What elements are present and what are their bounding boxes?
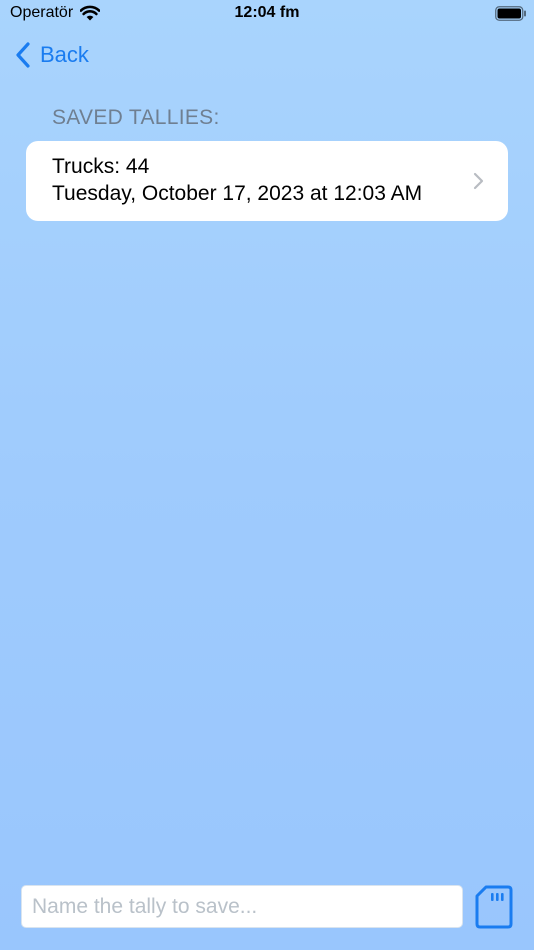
tally-list-item[interactable]: Trucks: 44 Tuesday, October 17, 2023 at …	[26, 141, 508, 221]
chevron-right-icon	[473, 172, 484, 190]
battery-icon	[495, 6, 526, 21]
status-bar: Operatör 12:04 fm	[0, 0, 534, 30]
tally-name-input[interactable]	[21, 885, 463, 928]
saved-tallies-header: SAVED TALLIES:	[52, 106, 220, 129]
back-label: Back	[40, 42, 89, 67]
chevron-left-icon	[16, 42, 30, 68]
back-button[interactable]: Back	[14, 40, 89, 70]
sd-card-icon[interactable]	[474, 884, 514, 930]
status-time: 12:04 fm	[234, 4, 300, 21]
tally-date: Tuesday, October 17, 2023 at 12:03 AM	[52, 182, 423, 205]
tally-title: Trucks: 44	[52, 155, 150, 178]
